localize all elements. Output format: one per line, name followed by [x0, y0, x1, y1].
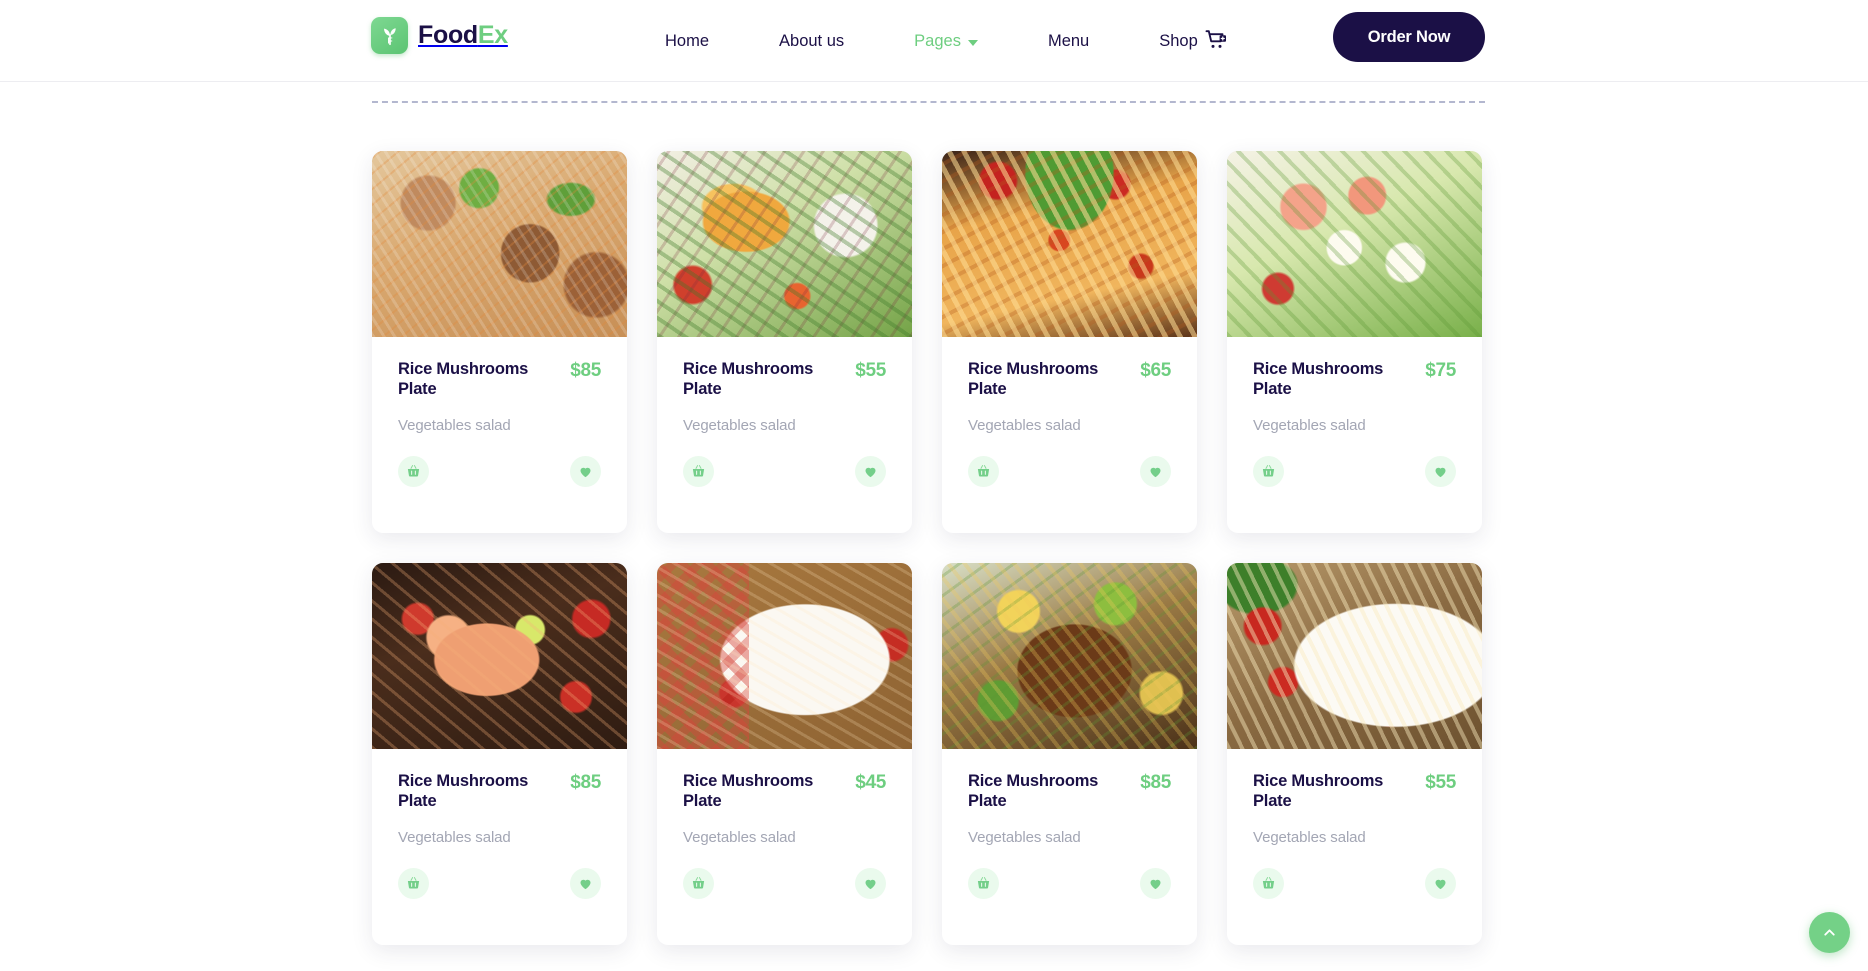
- top-navbar: F FoodEx Home About us Pages Menu Shop O…: [0, 0, 1868, 82]
- product-card[interactable]: Rice Mushrooms Plate $75 Vegetables sala…: [1227, 151, 1482, 533]
- main-nav: Home About us Pages Menu Shop: [630, 0, 1233, 82]
- favorite-button[interactable]: [855, 868, 886, 900]
- brand-name-part2: Ex: [477, 21, 508, 49]
- basket-icon: [692, 877, 705, 889]
- nav-item-about-us[interactable]: About us: [744, 32, 879, 51]
- order-now-button[interactable]: Order Now: [1333, 12, 1485, 62]
- product-image-meatball-pasta: [1227, 563, 1482, 749]
- product-image-grilled-salmon: [657, 151, 912, 337]
- heart-icon: [580, 468, 591, 478]
- add-to-basket-button[interactable]: [683, 456, 714, 488]
- add-to-basket-button[interactable]: [968, 868, 999, 900]
- product-title: Rice Mushrooms Plate: [398, 772, 529, 811]
- product-price: $85: [570, 772, 601, 793]
- product-card[interactable]: Rice Mushrooms Plate $55 Vegetables sala…: [1227, 563, 1482, 945]
- product-title: Rice Mushrooms Plate: [1253, 360, 1384, 399]
- favorite-button[interactable]: [1425, 456, 1456, 488]
- nav-label-shop: Shop: [1159, 31, 1198, 50]
- chevron-up-icon: [1824, 929, 1835, 936]
- product-title: Rice Mushrooms Plate: [968, 360, 1099, 399]
- product-title: Rice Mushrooms Plate: [1253, 772, 1384, 811]
- product-subtitle: Vegetables salad: [1253, 829, 1366, 847]
- heart-icon: [1150, 880, 1161, 890]
- nav-item-home[interactable]: Home: [630, 32, 744, 51]
- shopping-cart-add-icon: [1205, 30, 1226, 48]
- product-image-shrimp-egg-salad: [1227, 151, 1482, 337]
- product-price: $85: [570, 360, 601, 381]
- product-price: $85: [1140, 772, 1171, 793]
- heart-icon: [1435, 880, 1446, 890]
- product-subtitle: Vegetables salad: [398, 417, 511, 435]
- favorite-button[interactable]: [1140, 456, 1171, 488]
- add-to-basket-button[interactable]: [1253, 456, 1284, 488]
- add-to-basket-button[interactable]: [1253, 868, 1284, 900]
- product-price: $55: [855, 360, 886, 381]
- nav-label-pages: Pages: [914, 31, 961, 50]
- product-image-shrimp-seafood-bowl: [372, 563, 627, 749]
- favorite-button[interactable]: [1425, 868, 1456, 900]
- leaf-sprout-icon: F: [371, 17, 408, 54]
- product-image-chicken-wings: [657, 563, 912, 749]
- product-price: $65: [1140, 360, 1171, 381]
- product-title: Rice Mushrooms Plate: [683, 360, 814, 399]
- cart-button[interactable]: [1198, 22, 1234, 58]
- heart-icon: [1150, 468, 1161, 478]
- basket-icon: [407, 465, 420, 477]
- basket-icon: [977, 465, 990, 477]
- product-image-roasted-chicken: [942, 563, 1197, 749]
- product-card[interactable]: Rice Mushrooms Plate $65 Vegetables sala…: [942, 151, 1197, 533]
- section-divider: [372, 101, 1485, 103]
- heart-icon: [865, 468, 876, 478]
- product-subtitle: Vegetables salad: [1253, 417, 1366, 435]
- product-price: $75: [1425, 360, 1456, 381]
- add-to-basket-button[interactable]: [398, 456, 429, 488]
- product-title: Rice Mushrooms Plate: [683, 772, 814, 811]
- basket-icon: [692, 465, 705, 477]
- add-to-basket-button[interactable]: [683, 868, 714, 900]
- basket-icon: [407, 877, 420, 889]
- product-card[interactable]: Rice Mushrooms Plate $45 Vegetables sala…: [657, 563, 912, 945]
- brand-name: FoodEx: [418, 21, 508, 50]
- product-card[interactable]: Rice Mushrooms Plate $85 Vegetables sala…: [942, 563, 1197, 945]
- basket-icon: [1262, 877, 1275, 889]
- basket-icon: [977, 877, 990, 889]
- product-title: Rice Mushrooms Plate: [398, 360, 529, 399]
- product-subtitle: Vegetables salad: [968, 417, 1081, 435]
- nav-item-menu[interactable]: Menu: [1013, 32, 1124, 51]
- product-subtitle: Vegetables salad: [398, 829, 511, 847]
- svg-text:F: F: [387, 36, 392, 45]
- nav-label-about-us: About us: [779, 31, 845, 50]
- product-subtitle: Vegetables salad: [683, 417, 796, 435]
- product-title: Rice Mushrooms Plate: [968, 772, 1099, 811]
- favorite-button[interactable]: [570, 868, 601, 900]
- favorite-button[interactable]: [570, 456, 601, 488]
- product-image-penne-pasta: [942, 151, 1197, 337]
- product-image-rice-with-beef: [372, 151, 627, 337]
- product-card[interactable]: Rice Mushrooms Plate $55 Vegetables sala…: [657, 151, 912, 533]
- heart-icon: [580, 880, 591, 890]
- product-subtitle: Vegetables salad: [968, 829, 1081, 847]
- basket-icon: [1262, 465, 1275, 477]
- heart-icon: [865, 880, 876, 890]
- product-card[interactable]: Rice Mushrooms Plate $85 Vegetables sala…: [372, 563, 627, 945]
- scroll-to-top-button[interactable]: [1809, 912, 1850, 953]
- product-subtitle: Vegetables salad: [683, 829, 796, 847]
- product-grid: Rice Mushrooms Plate $85 Vegetables sala…: [372, 151, 1484, 945]
- add-to-basket-button[interactable]: [398, 868, 429, 900]
- add-to-basket-button[interactable]: [968, 456, 999, 488]
- favorite-button[interactable]: [855, 456, 886, 488]
- heart-icon: [1435, 468, 1446, 478]
- brand-name-part1: Food: [418, 21, 478, 49]
- nav-label-menu: Menu: [1047, 31, 1090, 50]
- product-card[interactable]: Rice Mushrooms Plate $85 Vegetables sala…: [372, 151, 627, 533]
- nav-label-home: Home: [665, 31, 710, 50]
- product-price: $55: [1425, 772, 1456, 793]
- product-price: $45: [855, 772, 886, 793]
- brand-logo[interactable]: F FoodEx: [371, 17, 508, 54]
- nav-item-pages[interactable]: Pages: [879, 32, 1013, 51]
- chevron-down-icon: [967, 39, 978, 46]
- favorite-button[interactable]: [1140, 868, 1171, 900]
